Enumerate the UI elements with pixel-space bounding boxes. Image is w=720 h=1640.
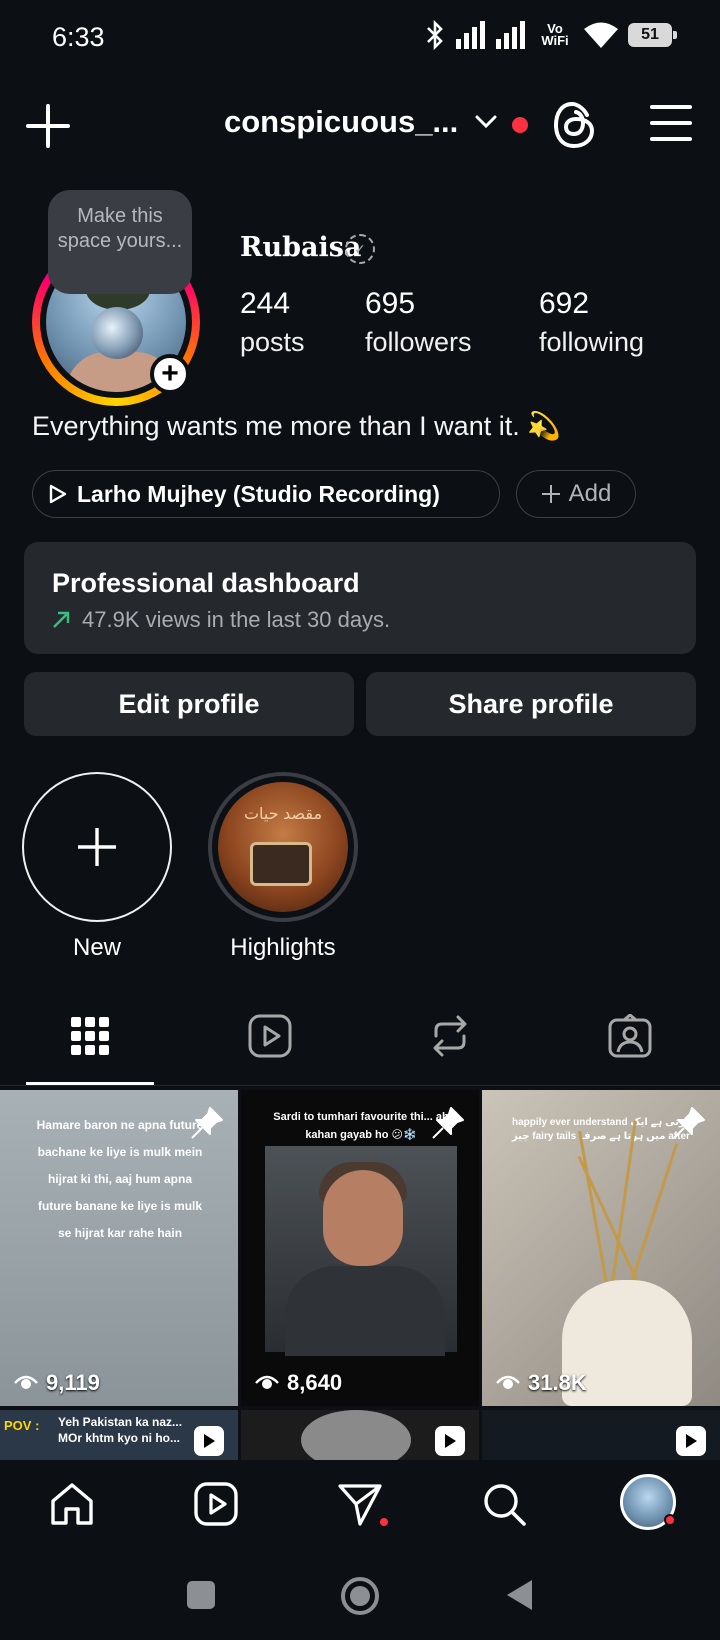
status-time: 6:33 bbox=[52, 22, 105, 52]
home-icon bbox=[51, 1483, 93, 1525]
stat-following[interactable]: 692 following bbox=[539, 284, 644, 360]
stat-followers[interactable]: 695 followers bbox=[365, 284, 472, 360]
highlight-label: Highlights bbox=[230, 934, 336, 961]
followers-label: followers bbox=[365, 327, 472, 357]
play-icon bbox=[49, 484, 67, 504]
reels-icon bbox=[248, 1014, 292, 1058]
eye-icon bbox=[255, 1375, 279, 1389]
display-name: Rubaisa bbox=[240, 232, 362, 263]
eye-icon bbox=[14, 1375, 38, 1389]
plus-icon bbox=[78, 828, 116, 866]
nav-reels[interactable] bbox=[190, 1478, 242, 1530]
create-plus-icon[interactable] bbox=[24, 102, 72, 150]
add-label: Add bbox=[568, 480, 612, 507]
status-bar: 6:33 Vo WiFi 51 bbox=[0, 0, 720, 80]
post-tile[interactable]: POV : Yeh Pakistan ka naz... MOr khtm ky… bbox=[0, 1410, 238, 1460]
edit-profile-button[interactable]: Edit profile bbox=[24, 672, 354, 736]
pin-icon bbox=[432, 1107, 464, 1139]
verified-badge-outline-icon[interactable]: ✓ bbox=[345, 234, 375, 264]
messages-notification-dot bbox=[378, 1516, 390, 1528]
following-label: following bbox=[539, 327, 645, 357]
bio-text: Everything wants me more than I want it.… bbox=[32, 411, 561, 441]
profile-tabs bbox=[0, 1000, 720, 1086]
post-caption: happily ever understand کرتی ہے ایک چیز … bbox=[512, 1117, 691, 1142]
grid-icon bbox=[71, 1017, 109, 1055]
followers-count: 695 bbox=[365, 287, 416, 320]
view-count: 31.8K bbox=[528, 1370, 587, 1395]
status-icons: Vo WiFi 51 bbox=[424, 20, 677, 50]
professional-dashboard[interactable]: Professional dashboard 47.9K views in th… bbox=[24, 542, 696, 654]
highlight-label: New bbox=[72, 934, 121, 961]
radio-image bbox=[250, 842, 312, 886]
recents-icon[interactable] bbox=[186, 1580, 216, 1610]
trend-up-arrow-icon bbox=[53, 611, 70, 628]
back-icon[interactable] bbox=[504, 1578, 534, 1612]
android-nav-bar bbox=[0, 1546, 720, 1640]
post-tile[interactable] bbox=[241, 1410, 479, 1460]
reel-icon bbox=[676, 1426, 706, 1456]
highlight-cover: مقصد حیات bbox=[218, 782, 348, 912]
view-count: 9,119 bbox=[46, 1370, 100, 1395]
profile-header: conspicuous_... bbox=[0, 90, 720, 160]
posts-label: posts bbox=[240, 327, 305, 357]
following-count: 692 bbox=[539, 287, 590, 320]
add-story-plus-icon[interactable]: + bbox=[150, 354, 190, 394]
reel-icon bbox=[194, 1426, 224, 1456]
posts-count: 244 bbox=[240, 287, 291, 320]
profile-music-pill[interactable]: Larho Mujhey (Studio Recording) bbox=[32, 470, 500, 518]
dashboard-title: Professional dashboard bbox=[52, 568, 360, 598]
wifi-icon bbox=[584, 22, 618, 48]
dashboard-subtitle: 47.9K views in the last 30 days. bbox=[82, 607, 391, 632]
post-tile[interactable]: Hamare baron ne apna future bachane ke l… bbox=[0, 1090, 238, 1406]
nav-home[interactable] bbox=[46, 1478, 98, 1530]
menu-icon[interactable] bbox=[650, 102, 692, 144]
notification-dot bbox=[512, 117, 528, 133]
eye-icon bbox=[496, 1375, 520, 1389]
tab-tagged[interactable] bbox=[606, 1012, 654, 1060]
music-title: Larho Mujhey (Studio Recording) bbox=[77, 480, 440, 507]
search-icon bbox=[484, 1484, 526, 1526]
battery-icon: 51 bbox=[628, 23, 677, 47]
home-button-icon[interactable] bbox=[340, 1576, 380, 1616]
post-photo bbox=[265, 1146, 457, 1356]
direct-send-icon bbox=[338, 1484, 382, 1526]
share-profile-button[interactable]: Share profile bbox=[366, 672, 696, 736]
bottom-nav bbox=[0, 1460, 720, 1546]
post-tag: POV : bbox=[4, 1418, 40, 1433]
reel-icon bbox=[435, 1426, 465, 1456]
threads-icon[interactable] bbox=[552, 100, 598, 150]
post-tile[interactable]: happily ever understand کرتی ہے ایک چیز … bbox=[482, 1090, 720, 1406]
nav-search[interactable] bbox=[478, 1478, 530, 1530]
profile-notification-dot bbox=[664, 1514, 676, 1526]
reels-icon bbox=[194, 1482, 238, 1526]
pin-icon bbox=[191, 1107, 223, 1139]
pin-icon bbox=[673, 1107, 705, 1139]
posts-grid: Hamare baron ne apna future bachane ke l… bbox=[0, 1090, 720, 1460]
view-count: 8,640 bbox=[287, 1370, 343, 1395]
post-tile[interactable]: Sardi to tumhari favourite thi... ab kah… bbox=[241, 1090, 479, 1406]
highlight-new[interactable]: New bbox=[22, 772, 172, 962]
bluetooth-icon bbox=[427, 20, 443, 50]
note-tooltip[interactable]: Make this space yours... bbox=[48, 190, 192, 294]
tab-grid[interactable] bbox=[66, 1012, 114, 1060]
vowifi-label: Vo WiFi bbox=[541, 21, 569, 48]
highlight-item[interactable]: مقصد حیات Highlights bbox=[208, 772, 358, 962]
signal-icon bbox=[456, 21, 485, 49]
chevron-down-icon[interactable] bbox=[474, 114, 498, 130]
signal-icon-2 bbox=[496, 21, 525, 49]
username-switcher[interactable]: conspicuous_... bbox=[224, 104, 458, 140]
stat-posts[interactable]: 244 posts bbox=[240, 284, 305, 360]
post-caption: Hamare baron ne apna future bachane ke l… bbox=[36, 1118, 204, 1240]
reposts-icon bbox=[433, 1015, 467, 1057]
add-link-button[interactable]: Add bbox=[516, 470, 636, 518]
plus-icon bbox=[541, 485, 560, 503]
highlight-cover-text: مقصد حیات bbox=[243, 806, 323, 823]
active-tab-indicator bbox=[26, 1082, 154, 1085]
tab-reels[interactable] bbox=[246, 1012, 294, 1060]
post-caption: Yeh Pakistan ka naz... MOr khtm kyo ni h… bbox=[58, 1415, 183, 1445]
post-tile[interactable] bbox=[482, 1410, 720, 1460]
tagged-icon bbox=[608, 1014, 652, 1058]
tab-reposts[interactable] bbox=[426, 1012, 474, 1060]
